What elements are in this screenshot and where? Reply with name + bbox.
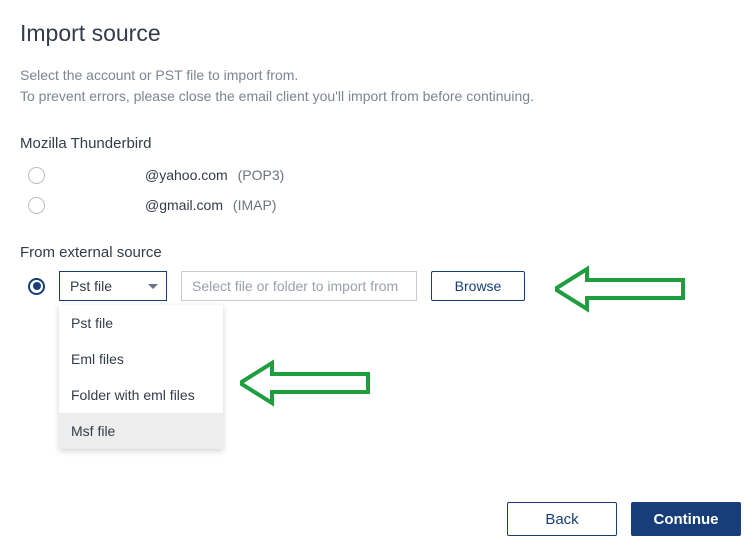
account-label: @gmail.com (IMAP) [145,197,276,213]
path-input[interactable] [181,271,417,301]
file-type-dropdown[interactable]: Pst file [59,271,167,301]
file-type-dropdown-menu: Pst file Eml files Folder with eml files… [59,305,223,449]
continue-button[interactable]: Continue [631,502,741,536]
dropdown-option-msf[interactable]: Msf file [59,413,223,449]
account-label: @yahoo.com (POP3) [145,167,284,183]
account-protocol: (IMAP) [233,197,277,213]
instructions-line-1: Select the account or PST file to import… [20,65,735,86]
radio-external[interactable] [28,278,45,295]
dropdown-option-folder-eml[interactable]: Folder with eml files [59,377,223,413]
chevron-down-icon [148,284,158,289]
account-protocol: (POP3) [238,167,285,183]
instructions-line-2: To prevent errors, please close the emai… [20,86,735,107]
radio-icon[interactable] [28,197,45,214]
dropdown-option-pst[interactable]: Pst file [59,305,223,341]
account-email: @yahoo.com [145,167,228,183]
client-section-label: Mozilla Thunderbird [20,135,735,152]
footer-buttons: Back Continue [507,502,741,536]
external-section-label: From external source [20,244,735,261]
account-row[interactable]: @gmail.com (IMAP) [28,192,735,218]
page-title: Import source [20,20,735,47]
arrow-left-icon [240,357,380,409]
dropdown-selected: Pst file [70,278,112,294]
account-row[interactable]: @yahoo.com (POP3) [28,162,735,188]
radio-icon[interactable] [28,167,45,184]
instructions: Select the account or PST file to import… [20,65,735,107]
account-email: @gmail.com [145,197,223,213]
dropdown-option-eml[interactable]: Eml files [59,341,223,377]
back-button[interactable]: Back [507,502,617,536]
browse-button[interactable]: Browse [431,271,525,301]
